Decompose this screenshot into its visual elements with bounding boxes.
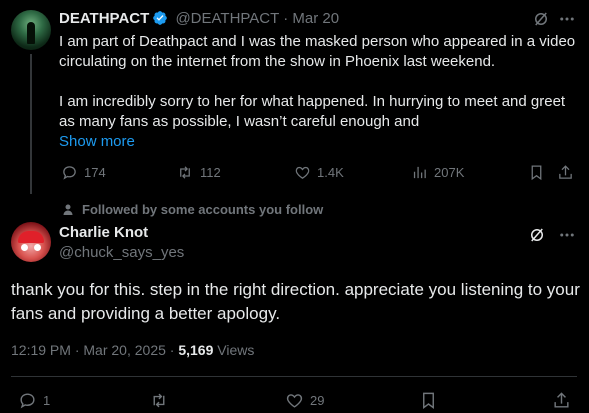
reply-reply-button[interactable]: 1 (18, 391, 50, 410)
views-label: Views (217, 342, 255, 358)
views-count: 207K (434, 165, 465, 180)
like-count: 1.4K (317, 165, 344, 180)
reply-icon (61, 164, 78, 181)
reply-display-name[interactable]: Charlie Knot (59, 224, 148, 241)
reply-icon (18, 391, 37, 410)
reply-repost-icon[interactable] (149, 391, 169, 410)
person-icon (62, 203, 74, 216)
like-button[interactable]: 1.4K (294, 164, 344, 181)
separator-dot: · (283, 10, 289, 27)
reply-meta: 12:19 PM · Mar 20, 2025 · 5,169 Views (11, 342, 254, 358)
grok-icon[interactable] (532, 10, 550, 28)
parent-tweet-text: I am part of Deathpact and I was the mas… (59, 32, 579, 152)
show-more-link[interactable]: Show more (59, 132, 579, 152)
parent-text-paragraph-2: I am incredibly sorry to her for what ha… (59, 93, 566, 130)
parent-avatar[interactable] (11, 10, 51, 50)
reply-reply-count: 1 (43, 393, 51, 408)
parent-text-paragraph-1: I am part of Deathpact and I was the mas… (59, 33, 576, 70)
reply-handle[interactable]: @chuck_says_yes (59, 244, 184, 261)
repost-count: 112 (200, 165, 221, 180)
reply-grok-icon[interactable] (528, 226, 546, 244)
reply-like-count: 29 (310, 393, 325, 408)
social-context: Followed by some accounts you follow (59, 202, 323, 217)
reply-bookmark-icon[interactable] (419, 391, 438, 410)
repost-button[interactable]: 112 (176, 164, 221, 181)
verified-badge-icon (152, 10, 168, 26)
views-total: 5,169 (178, 342, 214, 358)
reply-time[interactable]: 12:19 PM (11, 342, 71, 358)
thread-line (30, 54, 32, 194)
views-icon (411, 164, 428, 181)
parent-handle[interactable]: @DEATHPACT (175, 10, 279, 27)
reply-avatar[interactable] (11, 222, 51, 262)
social-context-text: Followed by some accounts you follow (82, 202, 324, 217)
parent-header: DEATHPACT @DEATHPACT · Mar 20 (59, 10, 339, 28)
reply-button[interactable]: 174 (61, 164, 106, 181)
like-icon (285, 391, 304, 410)
reply-like-button[interactable]: 29 (285, 391, 324, 410)
like-icon (294, 164, 311, 181)
reply-tweet-text: thank you for this. step in the right di… (11, 280, 580, 323)
more-icon[interactable] (558, 10, 576, 28)
reply-count: 174 (84, 165, 106, 180)
parent-date[interactable]: Mar 20 (292, 10, 339, 27)
reply-more-icon[interactable] (558, 226, 576, 244)
reply-date[interactable]: Mar 20, 2025 (83, 342, 166, 358)
repost-icon (176, 164, 194, 181)
bookmark-icon[interactable] (528, 164, 545, 181)
reply-share-icon[interactable] (552, 391, 571, 410)
parent-display-name[interactable]: DEATHPACT (59, 10, 149, 27)
divider (11, 376, 577, 377)
meta-separator: · (169, 342, 175, 358)
meta-separator: · (74, 342, 80, 358)
views-button[interactable]: 207K (411, 164, 464, 181)
share-icon[interactable] (557, 164, 574, 181)
